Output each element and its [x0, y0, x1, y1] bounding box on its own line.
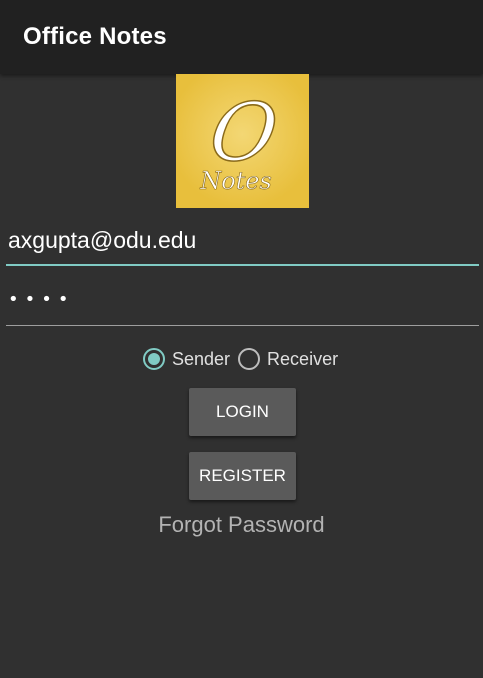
app-logo: O Notes [176, 74, 309, 208]
app-title: Office Notes [23, 23, 167, 50]
radio-selected-dot [148, 353, 160, 365]
logo-letter: O [204, 85, 283, 179]
sender-radio[interactable]: Sender [143, 348, 230, 370]
sender-label: Sender [172, 348, 231, 369]
receiver-radio-button[interactable] [238, 348, 261, 370]
login-button[interactable]: LOGIN [189, 388, 296, 436]
logo-word: Notes [199, 167, 272, 195]
app-bar: Office Notes [0, 0, 483, 74]
role-radio-group: Sender Receiver [143, 344, 338, 374]
register-button[interactable]: REGISTER [189, 452, 296, 500]
receiver-radio[interactable]: Receiver [238, 348, 338, 370]
sender-radio-button[interactable] [143, 348, 165, 370]
email-field[interactable] [6, 222, 479, 266]
receiver-label: Receiver [267, 348, 339, 369]
notes-logo-icon: O Notes [176, 74, 309, 208]
password-field[interactable] [6, 280, 479, 326]
forgot-password-link[interactable]: Forgot Password [0, 512, 483, 538]
